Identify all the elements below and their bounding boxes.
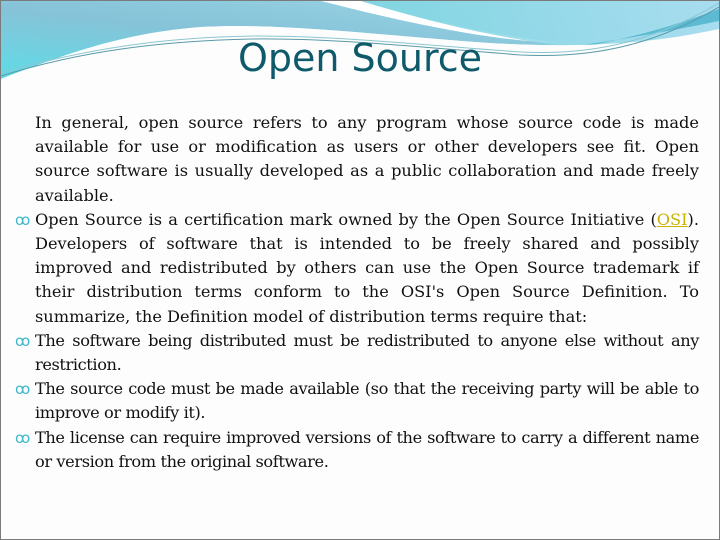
intro-paragraph: In general, open source refers to any pr… [15,111,699,208]
slide-title: Open Source [237,36,483,80]
bullet-item: ꝏ The software being distributed must be … [15,329,699,377]
paragraph-text: The source code must be made available (… [35,379,699,423]
bullet-item: ꝏ The source code must be made available … [15,377,699,425]
paragraph-text: The license can require improved version… [35,427,699,471]
bullet-item: ꝏ Open Source is a certification mark own… [15,208,699,329]
paragraph-text: The software being distributed must be r… [35,330,699,375]
slide: Open Source In general, open source refe… [0,0,720,540]
paragraph-text: Open Source is a certification mark owne… [35,209,657,229]
bullet-item: ꝏ The license can require improved versio… [15,426,699,474]
paragraph-text: In general, open source refers to any pr… [35,113,699,205]
curl-bullet-icon: ꝏ [15,331,30,350]
osi-link[interactable]: OSI [657,210,688,229]
curl-bullet-icon: ꝏ [15,380,30,399]
curl-bullet-icon: ꝏ [15,428,30,447]
curl-bullet-icon: ꝏ [15,210,31,229]
slide-body: In general, open source refers to any pr… [15,111,699,474]
